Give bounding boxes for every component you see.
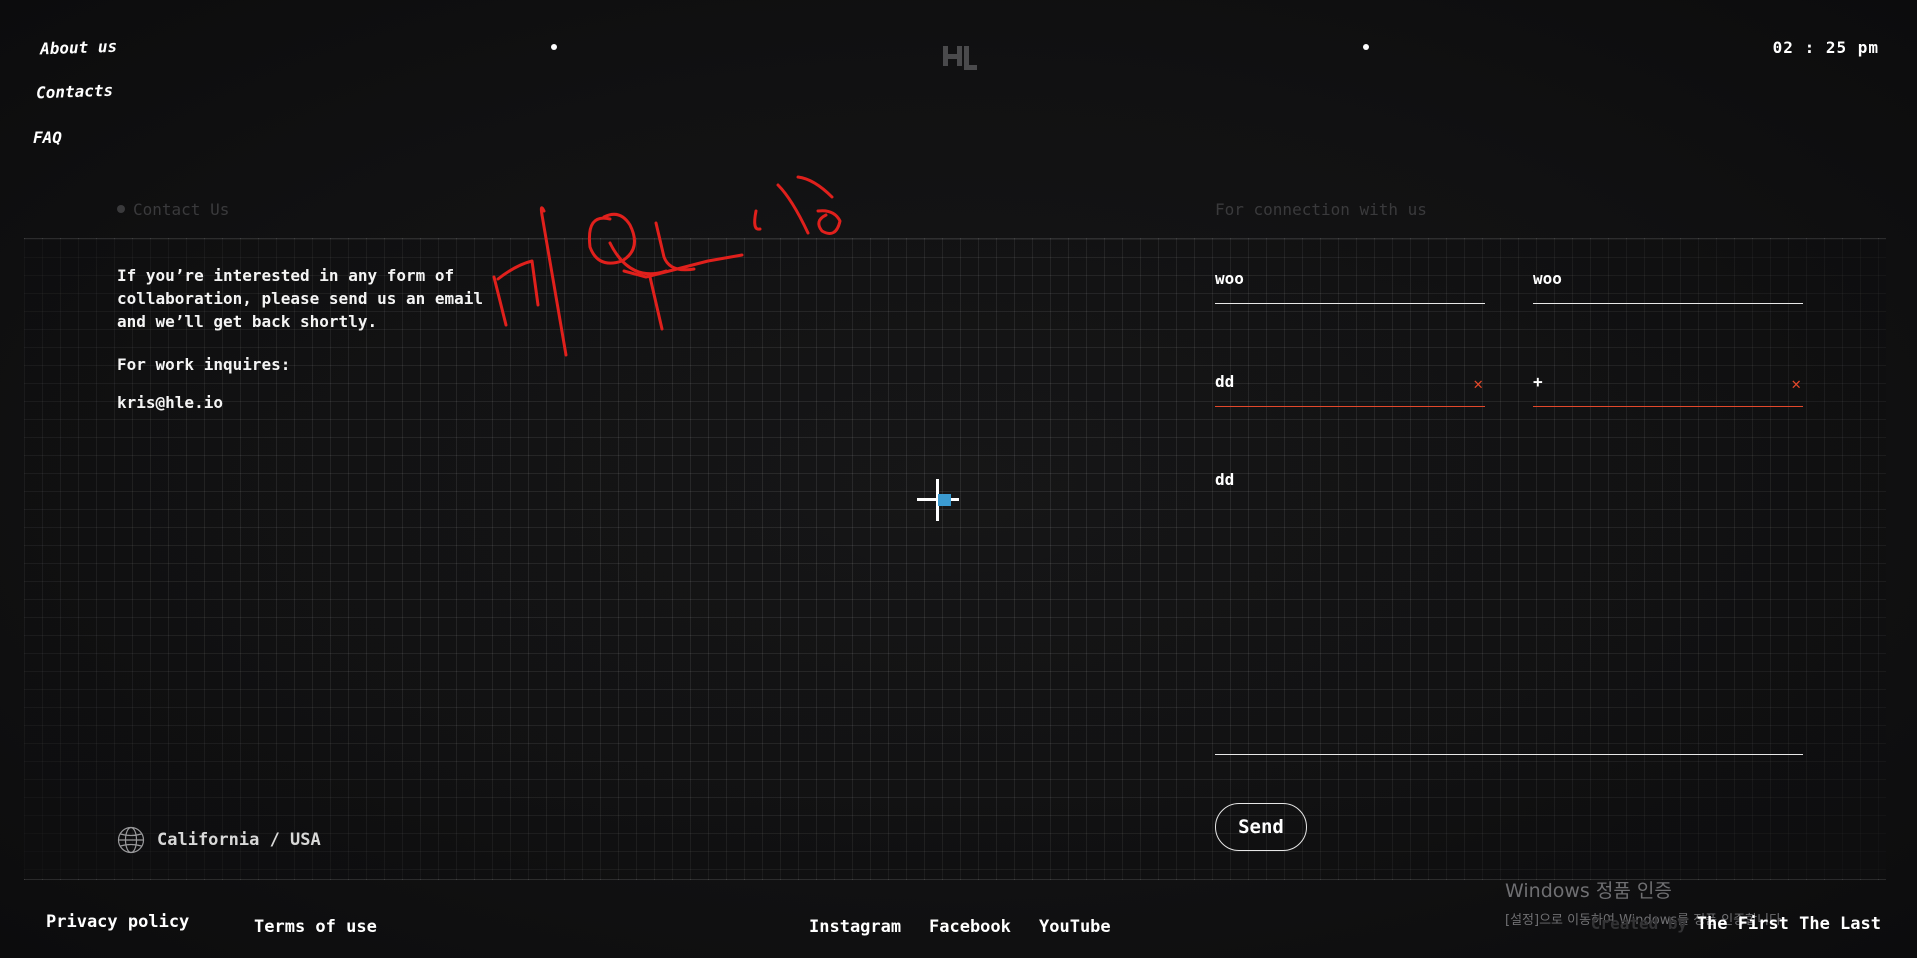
email-link[interactable]: kris@hle.io xyxy=(117,393,223,412)
last-name-field[interactable] xyxy=(1533,263,1803,304)
globe-icon xyxy=(117,826,145,854)
nav-faq[interactable]: FAQ xyxy=(33,128,62,147)
nav-contacts[interactable]: Contacts xyxy=(36,81,114,103)
nav-about-us[interactable]: About us xyxy=(40,37,118,59)
location-label: California / USA xyxy=(157,830,321,850)
close-icon[interactable]: ✕ xyxy=(1473,374,1483,393)
clock: 02 : 25 pm xyxy=(1772,38,1879,57)
close-icon[interactable]: ✕ xyxy=(1791,374,1801,393)
section-dot-icon xyxy=(117,205,125,213)
first-name-field[interactable] xyxy=(1215,263,1485,304)
phone-field[interactable]: ✕ xyxy=(1533,366,1803,407)
phone-input[interactable] xyxy=(1533,366,1773,396)
first-name-input[interactable] xyxy=(1215,263,1455,293)
email-input[interactable] xyxy=(1215,366,1455,396)
facebook-link[interactable]: Facebook xyxy=(929,917,1011,937)
intro-text: If you’re interested in any form of coll… xyxy=(117,266,484,331)
message-textarea[interactable]: dd xyxy=(1215,470,1803,726)
terms-of-use-link[interactable]: Terms of use xyxy=(254,917,377,937)
location: California / USA xyxy=(117,826,321,854)
watermark-title: Windows 정품 인증 xyxy=(1505,880,1672,902)
last-name-input[interactable] xyxy=(1533,263,1773,293)
studio-link[interactable]: The First The Last xyxy=(1697,914,1881,934)
credit: Created by The First The Last xyxy=(1591,914,1881,934)
inquiries-label: For work inquires: xyxy=(117,355,291,374)
hl-logo-icon[interactable] xyxy=(943,46,977,70)
crosshair-cursor-icon xyxy=(917,479,959,521)
contact-section-label: Contact Us xyxy=(117,200,229,219)
email-field[interactable]: ✕ xyxy=(1215,366,1485,407)
instagram-link[interactable]: Instagram xyxy=(809,917,901,937)
credit-prefix: Created by xyxy=(1590,914,1688,933)
decor-dot-left xyxy=(551,44,557,50)
message-field[interactable]: dd xyxy=(1215,470,1803,755)
youtube-link[interactable]: YouTube xyxy=(1039,917,1111,937)
privacy-policy-link[interactable]: Privacy policy xyxy=(46,912,189,932)
handwriting-annotation xyxy=(492,175,842,357)
send-button[interactable]: Send xyxy=(1215,803,1307,851)
form-section-label: For connection with us xyxy=(1215,200,1427,219)
decor-dot-right xyxy=(1363,44,1369,50)
contact-page: About us Contacts FAQ 02 : 25 pm Contact… xyxy=(0,0,1917,958)
